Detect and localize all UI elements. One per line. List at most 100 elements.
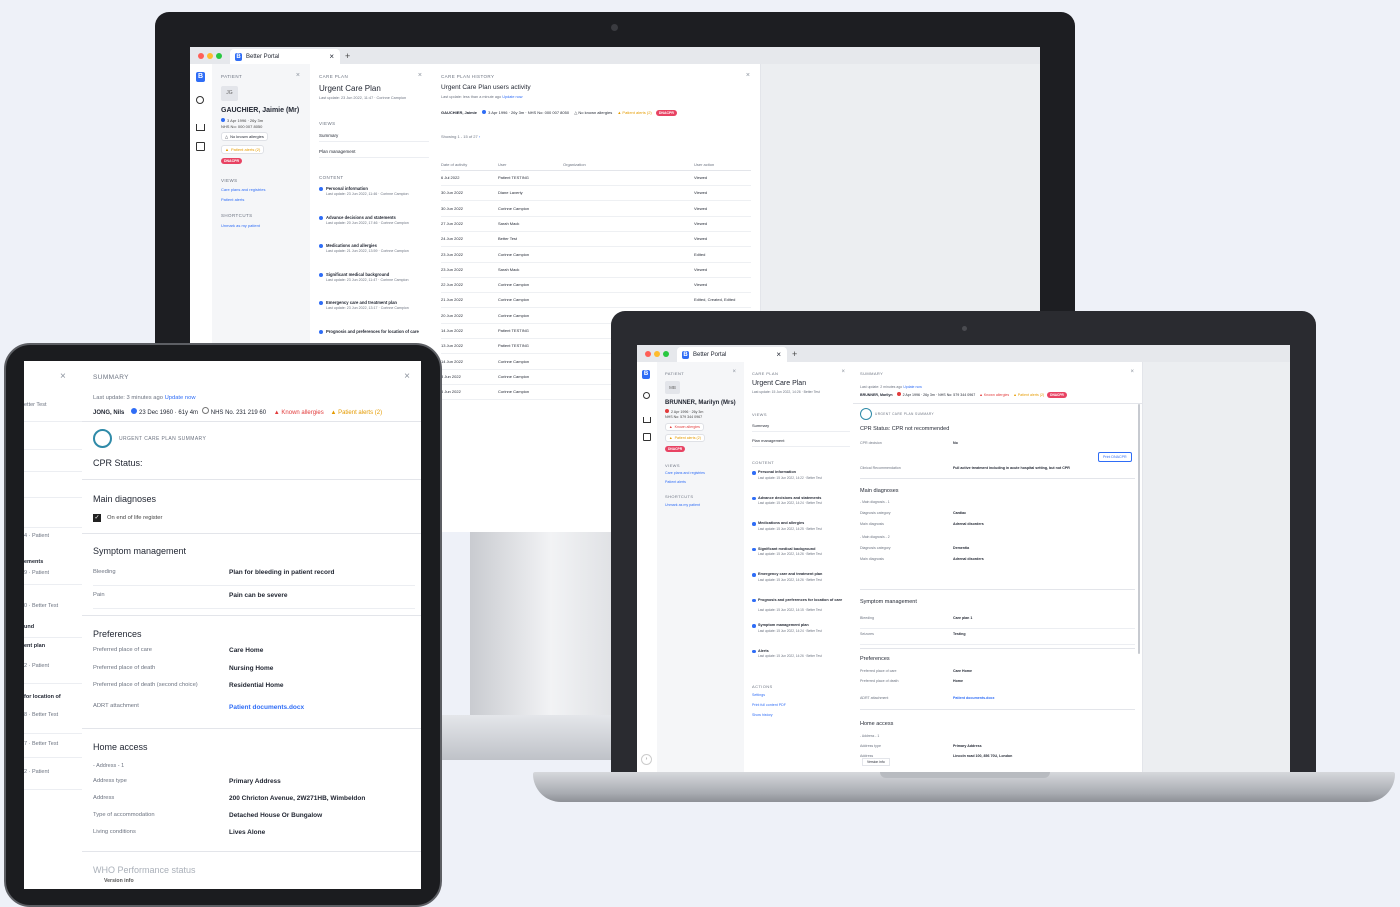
calendar-icon[interactable] <box>643 433 651 441</box>
column-header[interactable]: Organization <box>563 162 586 167</box>
field-label: Main diagnosis <box>860 522 884 526</box>
tablet-left-panel: × etter Test 4 · Patient ements 9 · Patient… <box>24 361 83 889</box>
table-cell: Corinne Campion <box>498 389 530 395</box>
clipped-text: 4 · Patient <box>24 533 50 539</box>
field-label: Preferred place of care <box>860 669 897 673</box>
unmark-patient-link[interactable]: Unmark as my patient <box>665 503 700 507</box>
table-row[interactable]: 30 Jun 2022 Corinne Campion Viewed <box>441 201 751 217</box>
table-row[interactable]: 6 Jul 2022 Patient TESTING Viewed <box>441 170 751 186</box>
view-summary[interactable]: Summary <box>319 130 429 142</box>
clinical-rec-value: Full active treatment including in acute… <box>953 466 1070 470</box>
adrt-attachment-link[interactable]: Patient documents.docx <box>229 704 304 711</box>
alerts-badge[interactable]: ▲ Patient alerts (2) <box>665 434 705 442</box>
field-value: Lincoln road 100, 856 70U, London <box>953 754 1013 758</box>
close-icon[interactable]: × <box>404 371 410 382</box>
table-row[interactable]: 27 Jun 2022 Sarah Mack Viewed <box>441 216 751 232</box>
close-icon[interactable]: × <box>732 369 736 375</box>
calendar-icon[interactable] <box>196 142 205 151</box>
minimize-dot-icon[interactable] <box>654 350 660 357</box>
maximize-dot-icon[interactable] <box>216 52 222 59</box>
info-icon <box>131 408 138 414</box>
close-dot-icon[interactable] <box>645 350 651 357</box>
table-cell: Viewed <box>694 266 708 272</box>
table-cell: Corinne Campion <box>498 373 530 379</box>
column-header[interactable]: Date of activity <box>441 162 467 167</box>
browser-tab[interactable]: B Better Portal × <box>230 49 340 64</box>
who-status-title: WHO Performance status <box>93 865 196 875</box>
print-pdf-link[interactable]: Print full content PDF <box>752 703 786 707</box>
field-value: Dementia <box>953 546 970 550</box>
table-row[interactable]: 23 Jun 2022 Sarah Mack Viewed <box>441 262 751 278</box>
scrollbar[interactable] <box>1138 404 1140 654</box>
content-item-title: Personal information <box>326 186 368 191</box>
search-icon[interactable] <box>643 392 650 399</box>
update-now-link[interactable]: Update now <box>502 95 522 99</box>
field-row: Address Lincoln road 100, 856 70U, London <box>860 754 1135 763</box>
close-icon[interactable]: × <box>418 72 422 79</box>
tab-close-icon[interactable]: × <box>776 350 781 359</box>
table-cell: Corinne Campion <box>498 251 530 257</box>
field-value: Home <box>953 679 963 683</box>
home-icon[interactable] <box>196 124 205 131</box>
cpr-status: CPR Status: CPR not recommended <box>860 426 950 432</box>
settings-link[interactable]: Settings <box>752 693 765 697</box>
version-info[interactable]: Version info <box>102 877 136 885</box>
search-icon[interactable] <box>196 96 204 104</box>
new-tab-icon[interactable]: + <box>345 51 350 61</box>
table-cell: Viewed <box>694 190 708 196</box>
new-tab-icon[interactable]: + <box>792 349 797 359</box>
summary-updated: Last update: 3 minutes ago Update now <box>93 395 196 401</box>
table-cell: Viewed <box>694 220 708 226</box>
tab-close-icon[interactable]: × <box>329 52 334 61</box>
close-icon[interactable]: × <box>296 72 300 79</box>
view-plan-management[interactable]: Plan management <box>319 146 429 158</box>
nav-link-care-plans[interactable]: Care plans and registries <box>221 187 265 192</box>
next-page-icon[interactable]: › <box>479 134 480 139</box>
update-now-link[interactable]: Update now <box>903 385 922 389</box>
check-circle-icon <box>752 624 756 628</box>
close-icon[interactable]: × <box>1130 369 1134 375</box>
table-row[interactable]: 24 Jun 2022 Better Test Viewed <box>441 231 751 248</box>
app-logo-icon: B <box>642 370 650 379</box>
unmark-patient-link[interactable]: Unmark as my patient <box>221 223 260 228</box>
adrt-attachment-link[interactable]: Patient documents.docx <box>953 696 995 700</box>
table-row[interactable]: 23 Jun 2022 Corinne Campion Edited <box>441 247 751 263</box>
show-history-link[interactable]: Show history <box>752 713 773 717</box>
print-dnacpr-button[interactable]: Print DNACPR <box>1098 452 1132 462</box>
column-header[interactable]: User action <box>694 162 714 167</box>
table-row[interactable]: 30 Jun 2022 Diane Laverty Viewed <box>441 185 751 202</box>
divider <box>860 648 1135 649</box>
actions-label: ACTIONS <box>752 684 773 689</box>
maximize-dot-icon[interactable] <box>663 350 669 357</box>
content-item-title: Personal information <box>758 470 796 474</box>
view-plan-management[interactable]: Plan management <box>752 435 850 447</box>
minimize-dot-icon[interactable] <box>207 52 213 59</box>
patient-name: GAUCHIER, Jaimie (Mr) <box>221 107 300 114</box>
symptom-title: Symptom management <box>860 599 917 605</box>
check-circle-icon <box>319 301 323 305</box>
close-icon[interactable]: × <box>746 72 750 79</box>
table-cell: 24 Jun 2022 <box>441 236 464 242</box>
field-row: Preferred place of care Care Home <box>93 647 415 664</box>
table-row[interactable]: 21 Jun 2022 Corinne Campion Edited, Create… <box>441 292 751 309</box>
table-row[interactable]: 22 Jun 2022 Corinne Campion Viewed <box>441 277 751 294</box>
better-logo-icon: B <box>235 52 242 61</box>
close-dot-icon[interactable] <box>198 52 204 59</box>
content-label: CONTENT <box>752 460 775 465</box>
table-cell: 23 Jun 2022 <box>441 266 464 272</box>
browser-tab[interactable]: B Better Portal × <box>677 347 787 362</box>
version-info[interactable]: Version info <box>862 758 890 766</box>
nav-link-patient-alerts[interactable]: Patient alerts <box>665 480 686 484</box>
view-summary[interactable]: Summary <box>752 420 850 432</box>
update-now-link[interactable]: Update now <box>165 395 196 401</box>
close-icon[interactable]: × <box>841 369 845 375</box>
checkbox-checked[interactable]: ✓ <box>93 514 101 522</box>
field-value: Care Home <box>229 647 264 654</box>
nav-link-care-plans[interactable]: Care plans and registries <box>665 471 705 475</box>
content-item-title: Advance decisions and statements <box>758 495 822 500</box>
alerts-badge[interactable]: ▲ Patient alerts (2) <box>221 145 265 154</box>
home-icon[interactable] <box>643 417 651 423</box>
expand-icon[interactable]: › <box>641 754 652 765</box>
column-header[interactable]: User <box>498 162 506 167</box>
nav-link-patient-alerts[interactable]: Patient alerts <box>221 197 244 202</box>
